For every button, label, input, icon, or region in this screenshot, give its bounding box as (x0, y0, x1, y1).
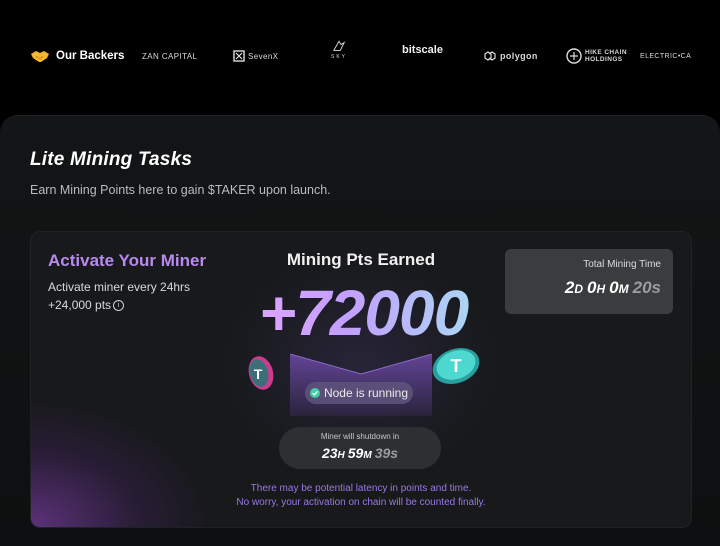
mining-pts-earned-label: Mining Pts Earned (286, 250, 436, 269)
our-backers-label: Our Backers (56, 50, 125, 62)
latency-line-1: There may be potential latency in points… (250, 483, 472, 494)
lite-mining-card: Lite Mining Tasks Earn Mining Points her… (0, 115, 720, 546)
node-status-text: Node is running (323, 386, 409, 400)
reward-points: +24,000 pts (48, 298, 112, 312)
taker-coin-left-icon: T (248, 356, 274, 390)
backers-bar: Our Backers ZAN CAPITAL SevenX SKY bitsc… (0, 0, 720, 112)
our-backers: Our Backers (30, 46, 124, 66)
total-mining-time-label: Total Mining Time (583, 259, 661, 270)
total-mining-time-box: Total Mining Time 2D 0H 0M 20s (505, 249, 673, 314)
bitscale-logo: bitscale (402, 44, 443, 56)
taker-coin-right-icon: T (432, 348, 480, 384)
total-mining-time-value: 2D 0H 0M 20s (564, 278, 661, 297)
activate-frequency: Activate miner every 24hrs (48, 280, 191, 294)
page-subtitle: Earn Mining Points here to gain $TAKER u… (30, 183, 331, 197)
svg-text:T: T (254, 366, 263, 382)
sky-icon (333, 40, 346, 51)
polygon-logo: polygon (483, 46, 538, 66)
svg-text:T: T (451, 356, 462, 376)
electric-logo: ELECTRIC•CA (640, 52, 692, 60)
info-icon[interactable]: i (113, 300, 125, 312)
hike-icon (566, 48, 582, 64)
hike-logo: HIKE CHAIN HOLDINGS (566, 46, 629, 66)
node-status-badge: Node is running (305, 382, 413, 404)
activate-miner-description: Activate miner every 24hrs +24,000 pts i (48, 278, 190, 314)
miner-panel: Activate Your Miner Activate miner every… (30, 231, 692, 528)
page-title: Lite Mining Tasks (30, 149, 193, 170)
handshake-icon (31, 51, 49, 62)
zan-capital-logo: ZAN CAPITAL (142, 51, 198, 61)
activate-miner-title[interactable]: Activate Your Miner (48, 251, 206, 271)
seven-x-icon (233, 50, 245, 62)
shutdown-countdown-box: Miner will shutdown in 23H 59M 39s (279, 427, 441, 469)
seven-x-logo: SevenX (233, 46, 278, 66)
shutdown-countdown-value: 23H 59M 39s (321, 445, 399, 461)
latency-notice: There may be potential latency in points… (181, 482, 541, 510)
shutdown-label: Miner will shutdown in (320, 432, 400, 441)
sky-logo: SKY (328, 40, 350, 60)
latency-line-2: No worry, your activation on chain will … (236, 497, 486, 508)
polygon-icon (484, 51, 496, 61)
mining-pts-earned-value: +72000 (226, 276, 501, 350)
activate-reward: +24,000 pts i (48, 296, 190, 314)
check-circle-icon (309, 388, 320, 398)
